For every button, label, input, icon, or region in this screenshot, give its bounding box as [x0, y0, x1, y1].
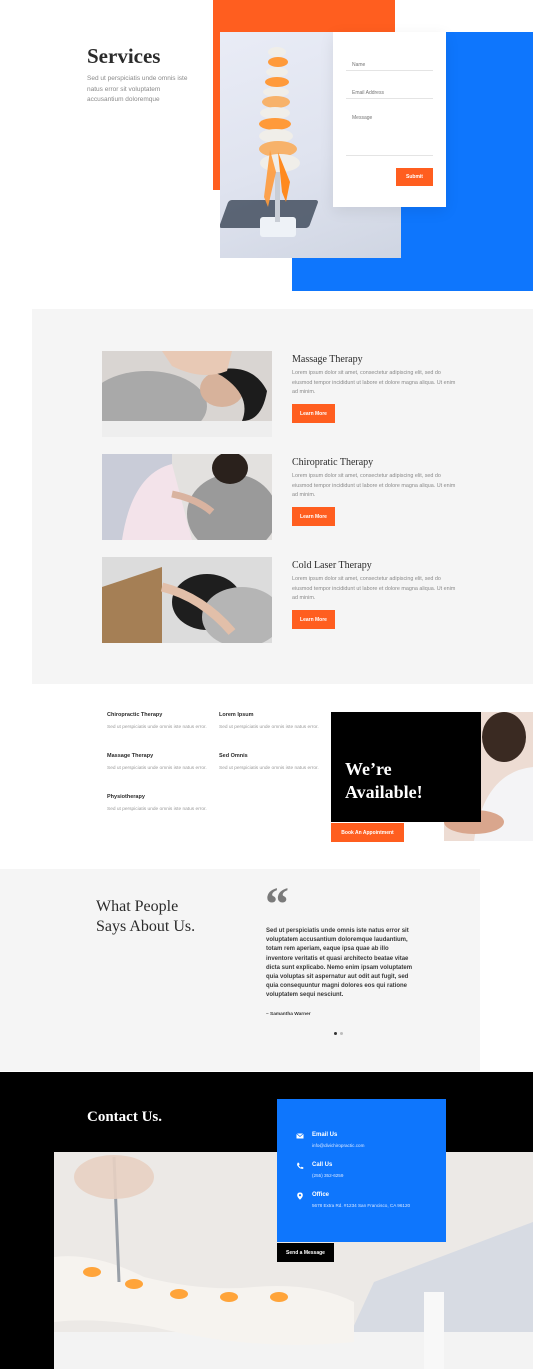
quote-icon: “: [265, 878, 289, 931]
phone-icon: [297, 1162, 304, 1169]
service-description: Lorem ipsum dolor sit amet, consectetur …: [292, 576, 456, 601]
available-title-line: We’re: [345, 759, 392, 779]
specialty-text: Sed ut perspiciatis unde omnis iste natu…: [107, 766, 207, 771]
submit-button[interactable]: Submit: [396, 168, 433, 186]
learn-more-button[interactable]: Learn More: [292, 610, 335, 629]
testimonial-author: – Samantha Warner: [266, 1012, 311, 1017]
specialty-item: Massage Therapy Sed ut perspiciatis unde…: [107, 753, 207, 773]
specialty-title: Physiotherapy: [107, 794, 145, 800]
mail-icon: [296, 1133, 304, 1139]
specialty-title: Massage Therapy: [107, 753, 154, 759]
name-field[interactable]: [346, 54, 433, 71]
hero-subtitle: Sed ut perspiciatis unde omnis iste natu…: [87, 75, 188, 103]
service-title: Cold Laser Therapy: [292, 560, 372, 571]
specialty-text: Sed ut perspiciatis unde omnis iste natu…: [107, 725, 207, 730]
email-value[interactable]: info@divichiropractic.com: [312, 1143, 364, 1148]
cold-laser-therapy-image: [102, 557, 272, 643]
specialties-section: Chiropractic Therapy Sed ut perspiciatis…: [0, 700, 533, 850]
message-field[interactable]: [346, 110, 433, 156]
book-appointment-button[interactable]: Book An Appointment: [331, 823, 404, 842]
slider-dot[interactable]: [340, 1032, 343, 1035]
contact-section: Contact Us. Email Us info@divichiropract…: [0, 1072, 533, 1369]
service-title: Massage Therapy: [292, 354, 363, 365]
slider-dot-active[interactable]: [334, 1032, 337, 1035]
testimonial-quote: Sed ut perspiciatis unde omnis iste natu…: [266, 928, 413, 999]
service-title: Chiropratic Therapy: [292, 457, 374, 468]
service-description: Lorem ipsum dolor sit amet, consectetur …: [292, 370, 456, 395]
service-description: Lorem ipsum dolor sit amet, consectetur …: [292, 473, 456, 498]
contact-form: Submit: [333, 32, 446, 207]
services-section: Massage Therapy Lorem ipsum dolor sit am…: [32, 309, 533, 684]
email-label: Email Us: [312, 1132, 338, 1138]
learn-more-button[interactable]: Learn More: [292, 404, 335, 423]
service-item-cold-laser: Cold Laser Therapy Lorem ipsum dolor sit…: [102, 557, 474, 643]
location-pin-icon: [297, 1192, 303, 1200]
testimonials-title-line: What People: [96, 898, 179, 915]
specialty-item: Chiropractic Therapy Sed ut perspiciatis…: [107, 712, 207, 732]
page-title: Services: [87, 44, 161, 68]
service-item-massage: Massage Therapy Lorem ipsum dolor sit am…: [102, 351, 474, 437]
testimonials-section: What People Says About Us. “ Sed ut pers…: [0, 869, 480, 1071]
contact-title: Contact Us.: [87, 1109, 162, 1125]
specialty-item: Sed Omnis Sed ut perspiciatis unde omnis…: [219, 753, 319, 773]
massage-therapy-image: [102, 351, 272, 437]
office-address: 5678 Extra Rd. #1234 San Francisco, CA 9…: [312, 1203, 411, 1208]
specialty-title: Sed Omnis: [219, 753, 248, 759]
testimonials-title-line: Says About Us.: [96, 918, 196, 935]
specialty-item: Lorem Ipsum Sed ut perspiciatis unde omn…: [219, 712, 319, 732]
specialty-text: Sed ut perspiciatis unde omnis iste natu…: [107, 807, 207, 812]
contact-info-card: Email Us info@divichiropractic.com Call …: [277, 1099, 446, 1242]
available-card: We’re Available!: [331, 712, 481, 822]
specialty-title: Chiropractic Therapy: [107, 712, 163, 718]
specialty-item: Physiotherapy Sed ut perspiciatis unde o…: [107, 794, 207, 814]
chiropractic-therapy-image: [102, 454, 272, 540]
learn-more-button[interactable]: Learn More: [292, 507, 335, 526]
service-item-chiropractic: Chiropratic Therapy Lorem ipsum dolor si…: [102, 454, 474, 540]
send-message-button[interactable]: Send a Message: [277, 1243, 334, 1262]
specialty-text: Sed ut perspiciatis unde omnis iste natu…: [219, 725, 319, 730]
available-title: We’re Available!: [345, 758, 423, 804]
email-field[interactable]: [346, 82, 433, 99]
testimonials-title: What People Says About Us.: [96, 897, 195, 937]
specialty-text: Sed ut perspiciatis unde omnis iste natu…: [219, 766, 319, 771]
phone-value[interactable]: (255) 352-6259: [312, 1173, 343, 1178]
available-title-line: Available!: [345, 782, 423, 802]
office-label: Office: [312, 1192, 330, 1198]
specialty-title: Lorem Ipsum: [219, 712, 254, 718]
call-label: Call Us: [312, 1162, 333, 1168]
hero-section: Services Sed ut perspiciatis unde omnis …: [0, 0, 533, 300]
